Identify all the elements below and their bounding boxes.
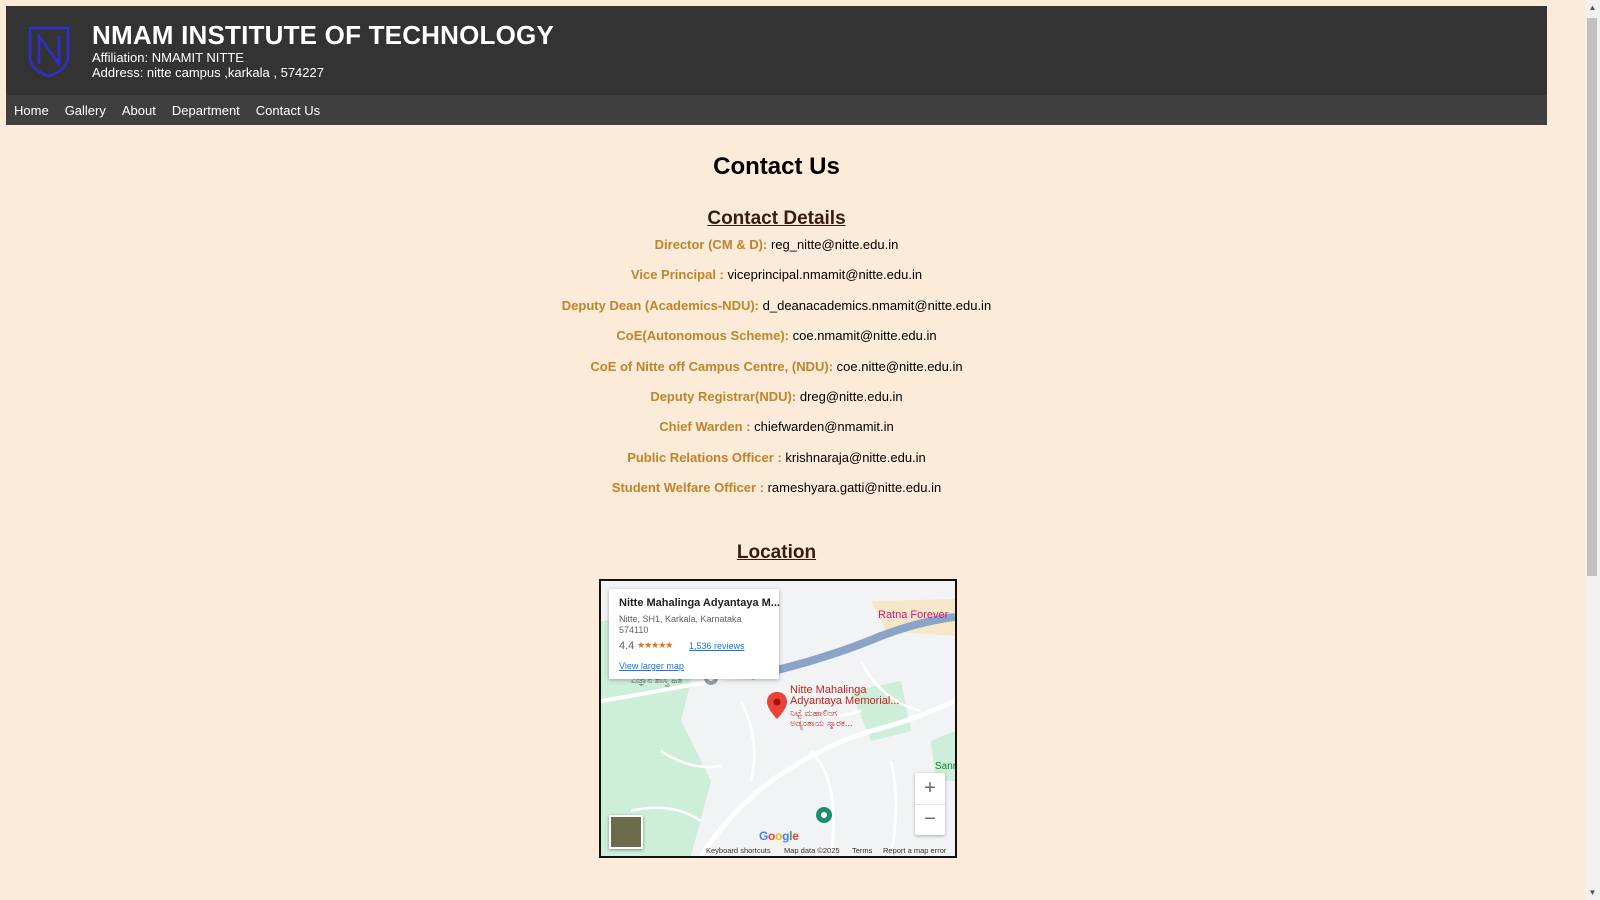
contact-row-coe-off-campus: CoE of Nitte off Campus Centre, (NDU): c… — [6, 359, 1547, 374]
rating-stars-icon: ★★★★★ — [637, 640, 673, 650]
map-data-text: Map data ©2025 — [784, 846, 840, 855]
map-place-line: Adyantaya Memorial... — [790, 695, 900, 707]
contact-label: CoE(Autonomous Scheme): — [616, 328, 789, 343]
address-text: Address: nitte campus ,karkala , 574227 — [92, 65, 324, 80]
contact-row-coe-autonomous: CoE(Autonomous Scheme): coe.nmamit@nitte… — [6, 328, 1547, 343]
contact-row-vice-principal: Vice Principal : viceprincipal.nmamit@ni… — [6, 267, 1547, 282]
contact-label: Deputy Dean (Academics-NDU): — [561, 298, 759, 313]
contact-row-director: Director (CM & D): reg_nitte@nitte.edu.i… — [6, 237, 1547, 252]
place-name: Nitte Mahalinga Adyantaya M... — [619, 597, 780, 609]
contact-label: Director (CM & D): — [654, 237, 768, 252]
nav-contact-us[interactable]: Contact Us — [256, 103, 320, 118]
main-nav: Home Gallery About Department Contact Us — [6, 95, 1547, 125]
contact-row-pro: Public Relations Officer : krishnaraja@n… — [6, 450, 1547, 465]
contact-row-chief-warden: Chief Warden : chiefwarden@nmamit.in — [6, 419, 1547, 434]
nav-home[interactable]: Home — [14, 103, 49, 118]
contact-email: dreg@nitte.edu.in — [799, 389, 903, 404]
place-rating: 4.4 — [619, 640, 635, 652]
page: NMAM INSTITUTE OF TECHNOLOGY Affiliation… — [6, 6, 1547, 900]
institute-logo-icon[interactable] — [26, 24, 72, 78]
nav-department[interactable]: Department — [172, 103, 240, 118]
nav-gallery[interactable]: Gallery — [65, 103, 106, 118]
google-logo: Google — [759, 829, 799, 843]
contact-email: coe.nmamit@nitte.edu.in — [792, 328, 937, 343]
contact-email: reg_nitte@nitte.edu.in — [770, 237, 899, 252]
zoom-in-button[interactable]: + — [915, 773, 945, 805]
view-larger-map-link[interactable]: View larger map — [619, 661, 684, 671]
contact-email: d_deanacademics.nmamit@nitte.edu.in — [762, 298, 992, 313]
contact-label: Vice Principal : — [630, 267, 724, 282]
scrollbar-thumb[interactable] — [1587, 18, 1597, 576]
contact-email: chiefwarden@nmamit.in — [754, 419, 894, 434]
page-title: Contact Us — [713, 153, 840, 180]
google-map-embed[interactable]: Ratna Forever ವಿಜ್ಞಾನ ಶಾಸ್ತ್ರ ಹಿತ Nitte … — [599, 579, 957, 858]
contact-label: Student Welfare Officer : — [611, 480, 764, 495]
map-place-line: ಅಡ್ಯಂತಾಯ ಸ್ಮಾರಕ... — [790, 718, 853, 728]
place-info-card: Nitte Mahalinga Adyantaya M... Nitte, SH… — [609, 589, 780, 679]
page-scrollbar[interactable]: ▲ ▼ — [1585, 0, 1600, 900]
keyboard-shortcuts-link[interactable]: Keyboard shortcuts — [706, 846, 771, 855]
map-footer: Keyboard shortcuts Map data ©2025 Terms … — [601, 844, 955, 856]
zoom-out-button[interactable]: − — [915, 804, 945, 835]
zoom-controls: + − — [915, 773, 945, 835]
contact-label: Deputy Registrar(NDU): — [650, 389, 797, 404]
contact-row-student-welfare: Student Welfare Officer : rameshyara.gat… — [6, 480, 1547, 495]
nav-about[interactable]: About — [122, 103, 156, 118]
map-place-label: Nitte Mahalinga Adyantaya Memorial... — [790, 685, 899, 707]
poi-marker-icon — [816, 807, 832, 823]
map-place-line: ನಿಟ್ಟೆ ಮಹಾಲಿಂಗ — [790, 708, 837, 718]
contact-details-heading: Contact Details — [707, 208, 846, 229]
contact-email: rameshyara.gatti@nitte.edu.in — [767, 480, 942, 495]
place-address: Nitte, SH1, Karkala, Karnataka 574110 — [619, 614, 742, 635]
contact-email: viceprincipal.nmamit@nitte.edu.in — [727, 267, 923, 282]
contact-row-deputy-dean: Deputy Dean (Academics-NDU): d_deanacade… — [6, 298, 1547, 313]
site-header: NMAM INSTITUTE OF TECHNOLOGY Affiliation… — [6, 6, 1547, 95]
report-map-error-link[interactable]: Report a map error — [883, 846, 946, 855]
contact-email: coe.nitte@nitte.edu.in — [836, 359, 963, 374]
reviews-link[interactable]: 1,536 reviews — [689, 641, 745, 651]
map-place-label-kannada: ನಿಟ್ಟೆ ಮಹಾಲಿಂಗ ಅಡ್ಯಂತಾಯ ಸ್ಮಾರಕ... — [790, 708, 852, 728]
map-label: Sanma — [935, 761, 955, 772]
map-label: Ratna Forever — [878, 609, 949, 621]
location-heading: Location — [736, 542, 817, 563]
contact-row-deputy-registrar: Deputy Registrar(NDU): dreg@nitte.edu.in — [6, 389, 1547, 404]
institute-name: NMAM INSTITUTE OF TECHNOLOGY — [92, 20, 555, 50]
scroll-down-arrow-icon[interactable]: ▼ — [1585, 885, 1600, 900]
scroll-up-arrow-icon[interactable]: ▲ — [1585, 0, 1600, 15]
terms-link[interactable]: Terms — [852, 846, 872, 855]
contact-label: Public Relations Officer : — [627, 450, 782, 465]
google-logo-letter: e — [792, 829, 799, 843]
contact-label: Chief Warden : — [659, 419, 751, 434]
contact-label: CoE of Nitte off Campus Centre, (NDU): — [590, 359, 834, 374]
google-logo-letter: G — [759, 829, 769, 843]
affiliation-text: Affiliation: NMAMIT NITTE — [92, 50, 244, 65]
contact-email: krishnaraja@nitte.edu.in — [785, 450, 926, 465]
